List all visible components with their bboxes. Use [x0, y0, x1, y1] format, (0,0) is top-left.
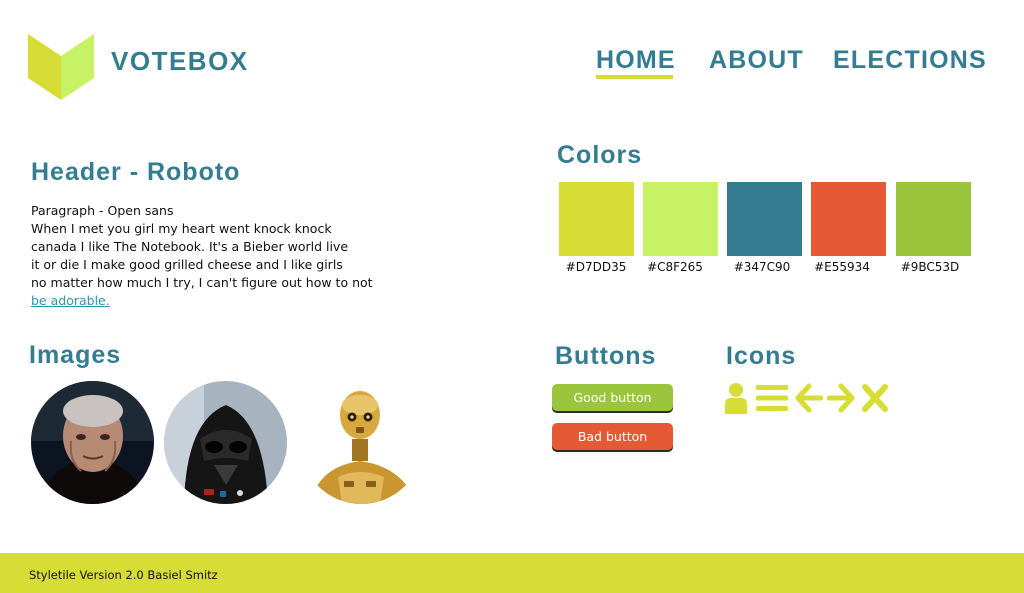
arrow-right-icon[interactable] [827, 382, 855, 414]
palpatine-portrait [31, 381, 154, 504]
color-swatch-label: #D7DD35 [565, 260, 627, 274]
color-swatch-teal [727, 182, 802, 256]
paragraph-link[interactable]: be adorable. [31, 293, 110, 308]
buttons-title: Buttons [555, 342, 657, 370]
paragraph-line: it or die I make good grilled cheese and… [31, 257, 343, 272]
brand-name[interactable]: VOTEBOX [111, 46, 249, 77]
close-icon[interactable] [861, 382, 889, 414]
color-swatch-label: #C8F265 [647, 260, 703, 274]
paragraph-line: When I met you girl my heart went knock … [31, 221, 332, 236]
paragraph-line: no matter how much I try, I can't figure… [31, 275, 373, 290]
icons-title: Icons [726, 342, 797, 370]
footer: Styletile Version 2.0 Basiel Smitz [0, 553, 1024, 593]
paragraph-sample: Paragraph - Open sans When I met you gir… [31, 202, 381, 310]
nav-elections[interactable]: ELECTIONS [833, 46, 987, 75]
color-swatch-label: #E55934 [814, 260, 870, 274]
arrow-left-icon[interactable] [795, 382, 823, 414]
footer-credit: Styletile Version 2.0 Basiel Smitz [29, 568, 218, 582]
colors-title: Colors [557, 141, 643, 169]
nav-home[interactable]: HOME [596, 46, 676, 75]
good-button[interactable]: Good button [552, 384, 673, 411]
color-swatch-orange [811, 182, 886, 256]
c3po-portrait [300, 381, 423, 504]
nav-about[interactable]: ABOUT [709, 46, 804, 75]
color-swatch-label: #347C90 [733, 260, 791, 274]
nav-active-indicator [596, 75, 673, 79]
color-swatch-green [896, 182, 971, 256]
images-title: Images [29, 341, 122, 369]
paragraph-line: canada I like The Notebook. It's a Biebe… [31, 239, 349, 254]
color-swatch-lime [559, 182, 634, 256]
darth-vader-portrait [164, 381, 287, 504]
color-swatch-light-green [643, 182, 718, 256]
paragraph-line: Paragraph - Open sans [31, 203, 174, 218]
votebox-logo[interactable] [28, 34, 94, 100]
menu-icon[interactable] [756, 382, 788, 414]
user-icon[interactable] [724, 382, 748, 414]
header-font-sample: Header - Roboto [31, 158, 241, 186]
color-swatch-label: #9BC53D [900, 260, 960, 274]
bad-button[interactable]: Bad button [552, 423, 673, 450]
